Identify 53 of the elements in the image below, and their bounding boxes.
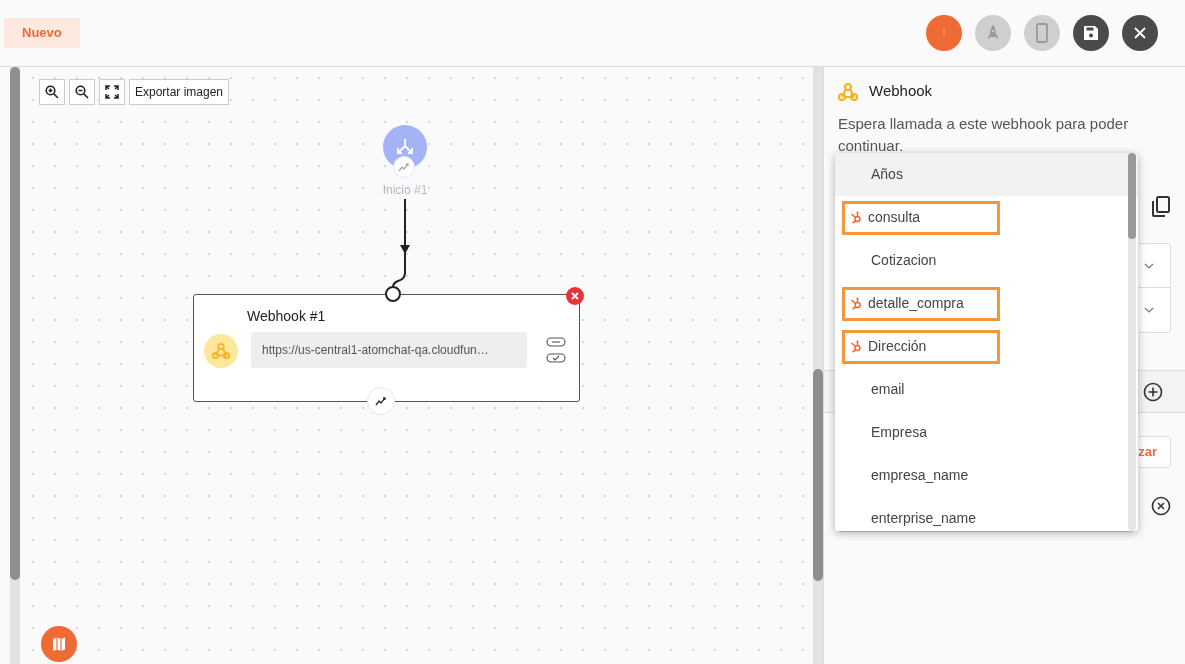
expand-icon (105, 85, 119, 99)
save-button[interactable] (1073, 15, 1109, 51)
save-icon (1083, 25, 1099, 41)
copy-icon[interactable] (1151, 196, 1171, 218)
dropdown-item[interactable]: Cotizacion (835, 239, 1138, 282)
link-icon[interactable] (546, 337, 566, 347)
node-output-button[interactable] (393, 156, 415, 178)
port-circle[interactable] (385, 286, 401, 302)
chevron-down-icon (1144, 262, 1154, 269)
add-circle-icon[interactable] (1143, 381, 1163, 402)
hub-icon (850, 297, 862, 310)
dropdown-item[interactable]: detalle_compra (842, 286, 1000, 321)
scrollbar[interactable] (1128, 153, 1136, 531)
map-button[interactable] (41, 626, 77, 662)
zoom-in-button[interactable] (39, 79, 65, 105)
zoom-in-icon (45, 85, 59, 99)
trend-icon (375, 396, 387, 406)
node-label: Inicio #1 (381, 182, 429, 199)
url-field[interactable]: https://us-central1-atomchat-qa.cloudfun… (251, 332, 527, 368)
webhook-icon (838, 81, 858, 102)
dropdown-item[interactable]: email (835, 368, 1138, 411)
fit-screen-button[interactable] (99, 79, 125, 105)
chevron-down-icon (1144, 307, 1154, 313)
remove-circle-icon[interactable] (1151, 496, 1171, 516)
dropdown-item[interactable]: consulta (842, 200, 1000, 235)
panel-description: Espera llamada a este webhook para poder continuar. (838, 114, 1130, 156)
hub-icon (850, 211, 862, 224)
split-arrow-icon (395, 138, 415, 156)
phone-icon (1036, 23, 1048, 43)
zoom-out-icon (75, 85, 89, 99)
check-link-icon[interactable] (546, 353, 566, 363)
scrollbar[interactable] (10, 67, 20, 664)
alert-button[interactable] (926, 15, 962, 51)
rocket-icon (986, 24, 1000, 42)
hub-icon (850, 340, 862, 353)
map-icon (51, 636, 67, 652)
panel-title: Webhook (869, 81, 933, 102)
close-button[interactable] (1122, 15, 1158, 51)
status-badge: Nuevo (4, 18, 80, 48)
node-title: Webhook #1 (247, 307, 326, 326)
dropdown-item[interactable]: Dirección (842, 329, 1000, 364)
webhook-node[interactable]: Webhook #1 https://us-central1-atomchat-qa.cloudfun… (193, 294, 580, 402)
scrollbar[interactable] (813, 67, 823, 664)
delete-node-button[interactable] (566, 287, 584, 305)
dropdown-item[interactable]: Años (835, 153, 1138, 196)
export-image-button[interactable]: Exportar imagen (129, 79, 230, 105)
close-icon (1133, 26, 1147, 40)
trend-icon (398, 162, 410, 172)
dropdown-item[interactable]: enterprise_name (835, 497, 1138, 531)
zoom-out-button[interactable] (69, 79, 95, 105)
webhook-node-icon (204, 334, 238, 368)
close-icon (571, 292, 579, 300)
alert-icon (942, 28, 946, 38)
